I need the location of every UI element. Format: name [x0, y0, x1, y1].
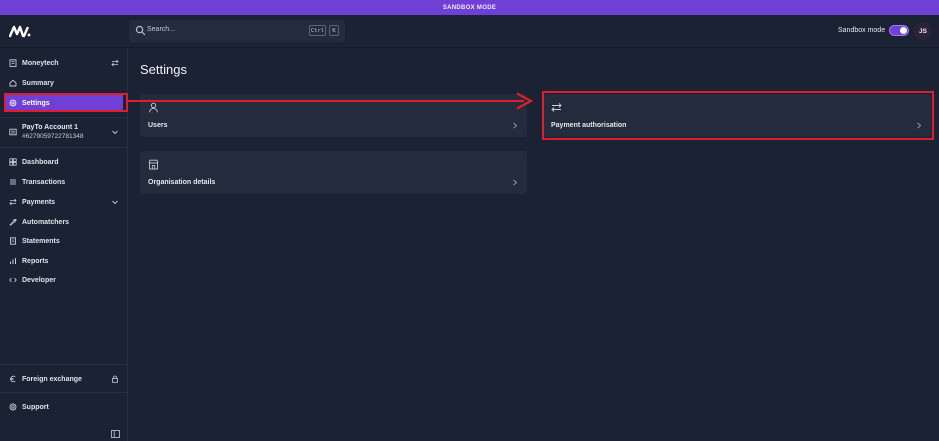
transfer-icon — [9, 198, 17, 206]
search-icon — [135, 25, 146, 36]
sidebar-item-label: Transactions — [22, 178, 66, 186]
sidebar-account-selector[interactable]: PayTo Account 1 #6279059722781348 — [5, 121, 123, 143]
sidebar-divider — [0, 392, 128, 393]
chevron-down-icon — [112, 200, 118, 205]
support-icon — [9, 403, 17, 411]
sidebar-item-label: Support — [22, 403, 49, 411]
sidebar-divider — [0, 117, 128, 118]
dashboard-icon — [9, 158, 17, 166]
sidebar-item-label: Payments — [22, 198, 56, 206]
search-bar[interactable]: Search... Ctrl K — [129, 20, 345, 42]
card-label: Users — [148, 122, 168, 129]
account-name: PayTo Account 1 — [22, 124, 79, 131]
sidebar-item-support[interactable]: Support — [5, 398, 123, 416]
sidebar-org-switcher[interactable]: Moneytech — [5, 54, 123, 72]
sandbox-mode-banner: SANDBOX MODE — [0, 0, 939, 15]
shortcut-ctrl-key: Ctrl — [309, 25, 326, 36]
chart-icon — [10, 258, 16, 264]
account-number: #6279059722781348 — [22, 133, 84, 140]
sidebar-item-payments[interactable]: Payments — [5, 193, 123, 211]
sidebar-item-label: Foreign exchange — [22, 375, 82, 383]
sandbox-mode-toggle[interactable] — [889, 25, 909, 36]
sidebar-item-label: Dashboard — [22, 158, 59, 166]
building-icon — [9, 59, 17, 67]
page-title: Settings — [140, 62, 187, 77]
sidebar-item-reports[interactable]: Reports — [5, 252, 123, 270]
sidebar-item-statements[interactable]: Statements — [5, 232, 123, 250]
wrench-icon — [9, 219, 17, 226]
sidebar-collapse-icon[interactable] — [111, 430, 120, 438]
chevron-right-icon — [513, 179, 518, 186]
sidebar-item-label: Statements — [22, 237, 60, 245]
card-label: Organisation details — [148, 179, 216, 186]
list-icon — [10, 179, 16, 185]
settings-card-organisation-details[interactable]: Organisation details — [140, 151, 527, 194]
chevron-right-icon — [513, 122, 518, 129]
sidebar-item-label: Developer — [22, 276, 56, 284]
shortcut-k-key: K — [329, 25, 339, 36]
payment-authorisation-highlight-box — [542, 91, 934, 140]
chevron-down-icon — [112, 130, 118, 135]
sidebar-divider — [0, 147, 128, 148]
code-icon — [9, 277, 17, 283]
sidebar-item-foreign-exchange[interactable]: Foreign exchange — [5, 370, 123, 388]
swap-icon[interactable] — [111, 59, 119, 67]
sidebar-item-summary[interactable]: Summary — [5, 74, 123, 92]
settings-highlight-box — [4, 93, 128, 112]
document-icon — [10, 237, 16, 245]
user-avatar[interactable]: JS — [914, 22, 932, 40]
sidebar-item-transactions[interactable]: Transactions — [5, 173, 123, 191]
sidebar-item-label: Reports — [22, 257, 49, 265]
search-placeholder: Search... — [147, 26, 176, 33]
sidebar-item-label: Automatchers — [22, 218, 70, 226]
moneytech-logo-icon[interactable] — [9, 24, 31, 38]
account-icon — [9, 128, 17, 136]
top-bar: Search... Ctrl K Sandbox mode JS — [0, 15, 939, 48]
sidebar-divider — [0, 364, 128, 365]
lock-icon — [112, 375, 118, 383]
euro-icon — [10, 375, 16, 383]
sandbox-mode-label: Sandbox mode — [838, 27, 886, 34]
sidebar-item-developer[interactable]: Developer — [5, 271, 123, 289]
storefront-icon — [148, 159, 159, 170]
home-icon — [9, 79, 17, 87]
sidebar-item-label: Summary — [22, 79, 54, 87]
toggle-knob — [900, 27, 907, 34]
annotation-arrow-icon — [126, 92, 534, 110]
sidebar-item-automatchers[interactable]: Automatchers — [5, 213, 123, 231]
sidebar-item-dashboard[interactable]: Dashboard — [5, 153, 123, 171]
sidebar-org-label: Moneytech — [22, 59, 59, 67]
